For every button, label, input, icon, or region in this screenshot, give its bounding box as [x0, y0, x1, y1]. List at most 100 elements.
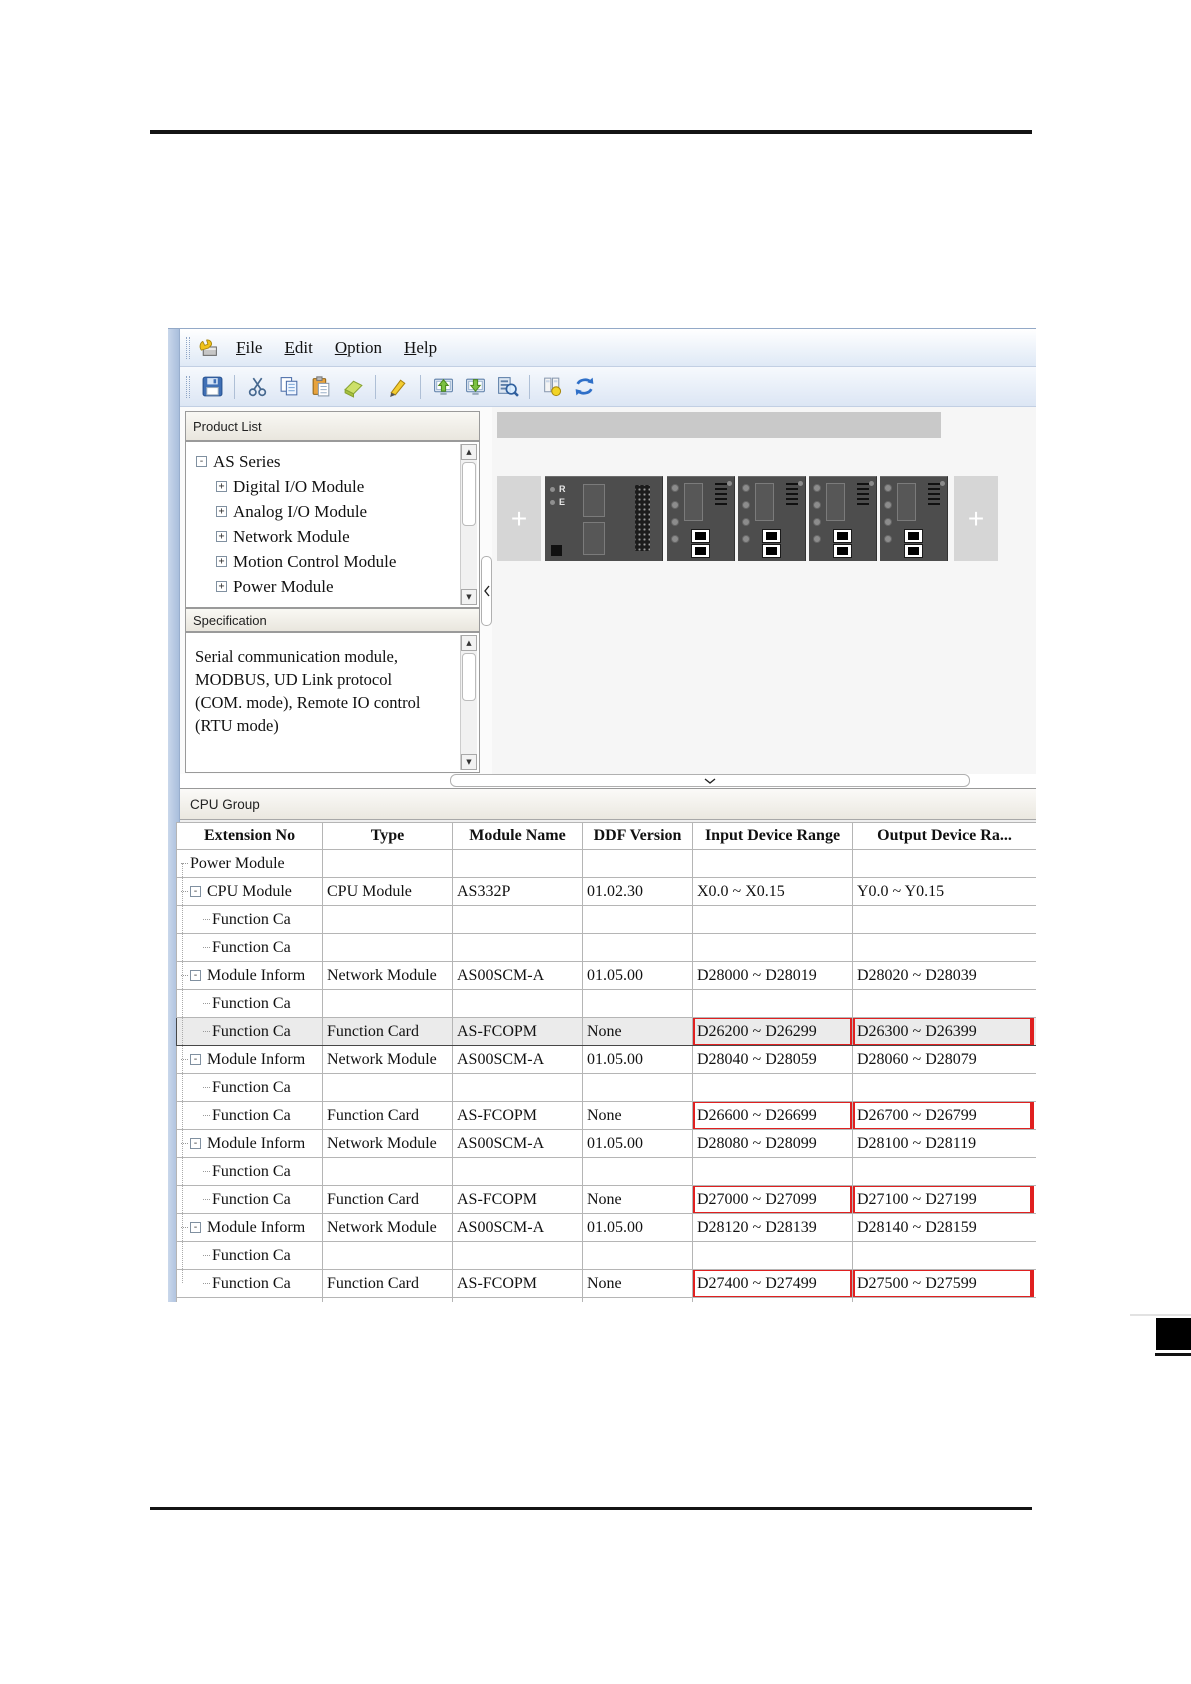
input-range-cell[interactable] [693, 1074, 853, 1102]
empty-cell[interactable] [853, 1298, 1037, 1303]
extension-cell[interactable]: Power Module [177, 850, 323, 878]
table-row[interactable]: -Module InformNetwork ModuleAS00SCM-A01.… [177, 1046, 1037, 1074]
refresh-icon[interactable] [570, 373, 598, 401]
module-name-cell[interactable]: AS-FCOPM [453, 1186, 583, 1214]
menubar-grip[interactable] [186, 337, 190, 359]
module-name-cell[interactable] [453, 934, 583, 962]
tree-item-analog-i-o-module[interactable]: +Analog I/O Module [186, 499, 479, 524]
table-row[interactable]: -Module InformNetwork ModuleAS00SCM-A01.… [177, 1130, 1037, 1158]
type-cell[interactable] [323, 934, 453, 962]
empty-slot[interactable]: + [954, 476, 998, 561]
input-range-cell[interactable]: D28040 ~ D28059 [693, 1046, 853, 1074]
module-name-cell[interactable]: AS-FCOPM [453, 1270, 583, 1298]
toolbar-grip[interactable] [186, 376, 190, 398]
scroll-down-icon[interactable]: ▼ [461, 754, 477, 770]
empty-cell[interactable] [583, 1298, 693, 1303]
expand-icon[interactable]: + [216, 506, 227, 517]
tree-item-as-series[interactable]: -AS Series [186, 449, 479, 474]
column-header[interactable]: Module Name [453, 823, 583, 850]
input-range-cell[interactable] [693, 990, 853, 1018]
extension-cell[interactable]: Function Ca [177, 1270, 323, 1298]
ddf-version-cell[interactable] [583, 850, 693, 878]
download-icon[interactable] [461, 373, 489, 401]
input-range-cell[interactable]: D28080 ~ D28099 [693, 1130, 853, 1158]
column-header[interactable]: Input Device Range [693, 823, 853, 850]
extension-cell[interactable]: -Module Inform [177, 1130, 323, 1158]
output-range-cell[interactable]: Y0.0 ~ Y0.15 [853, 878, 1037, 906]
input-range-cell[interactable]: D28000 ~ D28019 [693, 962, 853, 990]
module-name-cell[interactable]: AS00SCM-A [453, 1046, 583, 1074]
extension-cell[interactable]: Function Ca [177, 1074, 323, 1102]
expand-icon[interactable]: + [216, 581, 227, 592]
ddf-version-cell[interactable] [583, 1158, 693, 1186]
collapse-icon[interactable]: - [190, 1222, 201, 1233]
extension-cell[interactable]: Function Ca [177, 1158, 323, 1186]
ddf-version-cell[interactable]: None [583, 1102, 693, 1130]
type-cell[interactable]: Network Module [323, 1214, 453, 1242]
eraser-icon[interactable] [339, 373, 367, 401]
scroll-down-icon[interactable]: ▼ [461, 589, 477, 605]
type-cell[interactable] [323, 1158, 453, 1186]
module-name-cell[interactable] [453, 1158, 583, 1186]
scroll-thumb[interactable] [462, 653, 476, 701]
tree-item-network-module[interactable]: +Network Module [186, 524, 479, 549]
menu-option[interactable]: Option [335, 338, 382, 358]
collapse-icon[interactable]: - [190, 1138, 201, 1149]
ddf-version-cell[interactable] [583, 934, 693, 962]
ddf-version-cell[interactable] [583, 906, 693, 934]
table-row[interactable]: Power Module [177, 850, 1037, 878]
column-header[interactable]: Extension No [177, 823, 323, 850]
output-range-cell[interactable]: D28100 ~ D28119 [853, 1130, 1037, 1158]
module-name-cell[interactable] [453, 1074, 583, 1102]
extension-cell[interactable]: Function Ca [177, 906, 323, 934]
output-range-cell[interactable] [853, 990, 1037, 1018]
output-range-cell[interactable] [853, 1158, 1037, 1186]
empty-cell[interactable] [177, 1298, 323, 1303]
input-range-cell[interactable]: D26200 ~ D26299 [693, 1018, 853, 1046]
output-range-cell[interactable]: D26300 ~ D26399 [853, 1018, 1037, 1046]
collapse-icon[interactable]: - [190, 886, 201, 897]
module-name-cell[interactable]: AS00SCM-A [453, 1130, 583, 1158]
empty-cell[interactable] [693, 1298, 853, 1303]
network-module-graphic[interactable] [809, 476, 877, 561]
type-cell[interactable] [323, 1242, 453, 1270]
column-header[interactable]: Output Device Ra... [853, 823, 1037, 850]
output-range-cell[interactable]: D27100 ~ D27199 [853, 1186, 1037, 1214]
output-range-cell[interactable]: D28060 ~ D28079 [853, 1046, 1037, 1074]
module-name-cell[interactable] [453, 906, 583, 934]
input-range-cell[interactable] [693, 1242, 853, 1270]
output-range-cell[interactable] [853, 1074, 1037, 1102]
module-name-cell[interactable] [453, 1242, 583, 1270]
table-row[interactable]: -Module InformNetwork ModuleAS00SCM-A01.… [177, 962, 1037, 990]
table-row[interactable]: Function Ca [177, 1074, 1037, 1102]
menu-edit[interactable]: Edit [284, 338, 312, 358]
upload-icon[interactable] [429, 373, 457, 401]
type-cell[interactable]: Function Card [323, 1186, 453, 1214]
type-cell[interactable]: CPU Module [323, 878, 453, 906]
collapse-icon[interactable]: - [196, 456, 207, 467]
extension-cell[interactable]: Function Ca [177, 1018, 323, 1046]
vertical-splitter[interactable] [481, 556, 492, 626]
extension-cell[interactable]: Function Ca [177, 1186, 323, 1214]
horizontal-splitter[interactable] [450, 774, 970, 787]
pen-icon[interactable] [384, 373, 412, 401]
table-row[interactable]: Function CaFunction CardAS-FCOPMNoneD274… [177, 1270, 1037, 1298]
module-name-cell[interactable] [453, 990, 583, 1018]
input-range-cell[interactable]: X0.0 ~ X0.15 [693, 878, 853, 906]
paste-icon[interactable] [307, 373, 335, 401]
type-cell[interactable]: Network Module [323, 1046, 453, 1074]
ddf-version-cell[interactable] [583, 990, 693, 1018]
ddf-version-cell[interactable]: 01.05.00 [583, 1130, 693, 1158]
expand-icon[interactable]: + [216, 531, 227, 542]
output-range-cell[interactable]: D28140 ~ D28159 [853, 1214, 1037, 1242]
table-row[interactable]: Function CaFunction CardAS-FCOPMNoneD270… [177, 1186, 1037, 1214]
extension-cell[interactable]: -Module Inform [177, 962, 323, 990]
input-range-cell[interactable] [693, 934, 853, 962]
menu-help[interactable]: Help [404, 338, 437, 358]
cut-icon[interactable] [243, 373, 271, 401]
copy-icon[interactable] [275, 373, 303, 401]
input-range-cell[interactable]: D28120 ~ D28139 [693, 1214, 853, 1242]
scroll-up-icon[interactable]: ▲ [461, 635, 477, 651]
ddf-version-cell[interactable]: 01.05.00 [583, 1214, 693, 1242]
type-cell[interactable]: Function Card [323, 1018, 453, 1046]
